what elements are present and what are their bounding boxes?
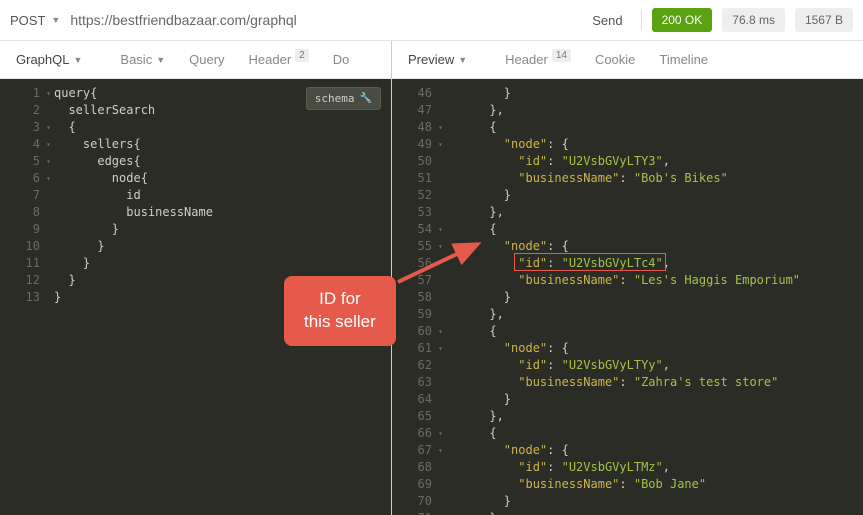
line-gutter: 4647484950515253545556575859606162636465…	[392, 79, 440, 515]
status-badge: 200 OK	[652, 8, 713, 32]
request-bar: POST ▼ Send 200 OK 76.8 ms 1567 B	[0, 0, 863, 41]
tab-query[interactable]: Query	[177, 41, 236, 78]
annotation-callout: ID for this seller	[284, 276, 396, 346]
time-badge: 76.8 ms	[722, 8, 785, 32]
code-area: } }, { "node": { "id": "U2VsbGVyLTY3", "…	[446, 79, 863, 515]
chevron-down-icon: ▼	[51, 15, 60, 25]
response-viewer[interactable]: 4647484950515253545556575859606162636465…	[392, 79, 863, 515]
line-gutter: 12345678910111213	[0, 79, 48, 515]
tab-resp-header[interactable]: Header 14	[493, 41, 583, 78]
tab-preview[interactable]: Preview ▼	[396, 41, 479, 78]
divider	[641, 9, 642, 31]
tab-header[interactable]: Header 2	[237, 41, 321, 78]
method-dropdown[interactable]: POST ▼	[10, 13, 60, 28]
url-input[interactable]	[70, 12, 574, 28]
chevron-down-icon: ▼	[458, 55, 467, 65]
wrench-icon: 🔧	[360, 90, 372, 107]
size-badge: 1567 B	[795, 8, 853, 32]
tab-docs[interactable]: Do	[321, 41, 362, 78]
tab-cookie[interactable]: Cookie	[583, 41, 647, 78]
request-tabs: GraphQL ▼ Basic ▼ Query Header 2 Do	[0, 41, 391, 79]
send-button[interactable]: Send	[584, 13, 630, 28]
response-panel: Preview ▼ Header 14 Cookie Timeline 4647…	[392, 41, 863, 515]
method-label: POST	[10, 13, 45, 28]
schema-button[interactable]: schema 🔧	[306, 87, 381, 110]
tab-timeline[interactable]: Timeline	[647, 41, 720, 78]
tab-basic[interactable]: Basic ▼	[108, 41, 177, 78]
header-count-badge: 2	[295, 49, 309, 62]
response-tabs: Preview ▼ Header 14 Cookie Timeline	[392, 41, 863, 79]
tab-graphql[interactable]: GraphQL ▼	[4, 41, 94, 78]
header-count-badge: 14	[552, 49, 571, 62]
chevron-down-icon: ▼	[156, 55, 165, 65]
chevron-down-icon: ▼	[73, 55, 82, 65]
